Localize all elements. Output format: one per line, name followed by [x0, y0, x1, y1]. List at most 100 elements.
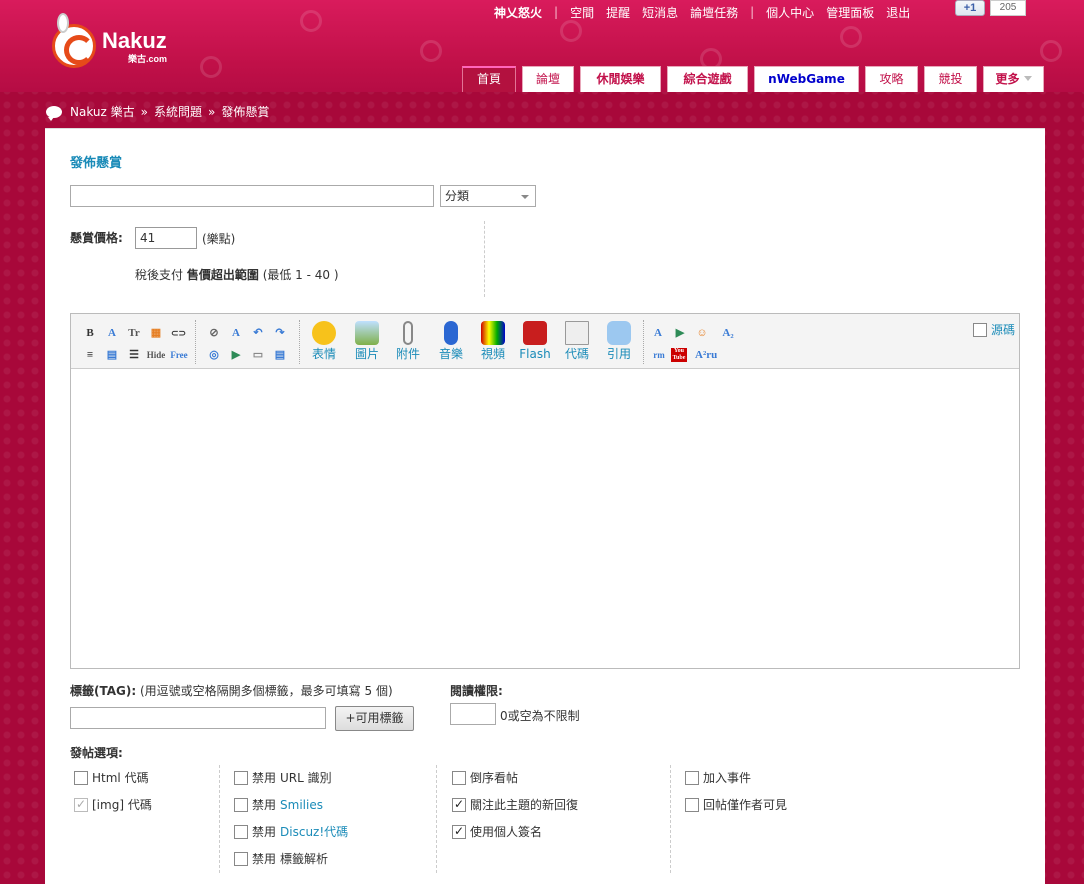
subscript-icon[interactable]: A₂ [719, 326, 737, 340]
font-a-icon[interactable]: A [651, 326, 665, 340]
image-link-icon[interactable]: ◎ [207, 348, 221, 362]
attachment-button[interactable]: 附件 [390, 321, 426, 361]
code-icon [565, 321, 589, 345]
option-disable-url-label: URL 識別 [280, 771, 332, 785]
tab-forum[interactable]: 論壇 [522, 66, 574, 92]
notice-link[interactable]: 提醒 [606, 4, 630, 21]
ruby-icon[interactable]: A²ru [695, 348, 735, 362]
link-icon[interactable]: ⊂⊃ [171, 326, 186, 340]
option-event[interactable]: 加入事件 [685, 769, 751, 786]
read-permission-input[interactable] [450, 703, 496, 725]
option-event-checkbox[interactable] [685, 770, 699, 785]
option-disable-url-checkbox[interactable] [234, 770, 248, 785]
source-toggle[interactable]: 源碼 [972, 321, 1015, 338]
hide-icon[interactable]: Hide [145, 348, 167, 362]
tasks-link[interactable]: 論壇任務 [690, 4, 738, 21]
list-icon[interactable]: ☰ [127, 348, 141, 362]
top-links: 神乂怒火 | 空間 提醒 短消息 論壇任務 | 個人中心 管理面板 退出 [494, 4, 911, 21]
space-link[interactable]: 空間 [570, 4, 594, 21]
page-icon[interactable]: ▭ [251, 348, 265, 362]
option-html[interactable]: Html 代碼 [74, 769, 149, 786]
option-disable-discuz-checkbox[interactable] [234, 824, 248, 839]
bold-icon[interactable]: B [83, 326, 97, 340]
option-disable-smilies-label[interactable]: Smilies [280, 798, 323, 812]
music-label: 音樂 [438, 347, 463, 361]
tab-more[interactable]: 更多 [983, 66, 1044, 92]
align-left-icon[interactable]: ≡ [83, 348, 97, 362]
subject-input[interactable] [70, 185, 434, 207]
plusone-button[interactable]: +1 [955, 0, 985, 16]
source-checkbox[interactable] [972, 322, 987, 337]
option-signature[interactable]: 使用個人簽名 [452, 823, 542, 840]
bounty-unit: (樂點) [202, 232, 236, 246]
bounty-price-input[interactable]: 41 [135, 227, 197, 249]
redo-icon[interactable]: ↷ [273, 326, 287, 340]
option-disable-url[interactable]: 禁用 URL 識別 [234, 769, 332, 786]
option-html-checkbox[interactable] [74, 770, 88, 785]
breadcrumb-forum[interactable]: 系統問題 [154, 103, 202, 120]
free-icon[interactable]: Free [168, 348, 190, 362]
bounty-label: 懸賞價格: [70, 231, 123, 245]
logo-sub: 樂古.com [128, 54, 168, 64]
site-logo[interactable]: Nakuz 樂古.com [52, 13, 192, 70]
image-button[interactable]: 圖片 [349, 321, 385, 361]
video-button[interactable]: 視頻 [475, 321, 511, 361]
tag-input[interactable] [70, 707, 326, 729]
tab-nwebgame[interactable]: nWebGame [754, 66, 859, 92]
option-follow[interactable]: 關注此主題的新回復 [452, 796, 578, 813]
breadcrumb-home[interactable]: Nakuz 樂古 [70, 103, 135, 120]
flash-icon [523, 321, 547, 345]
option-disable-smilies[interactable]: 禁用 Smilies [234, 796, 323, 813]
breadcrumb-separator: » [208, 104, 216, 119]
flash-button[interactable]: Flash [517, 321, 553, 361]
emoji-icon[interactable]: ☺ [695, 326, 709, 340]
tab-leisure[interactable]: 休閒娛樂 [580, 66, 661, 92]
option-reverse[interactable]: 倒序看帖 [452, 769, 518, 786]
tab-guides[interactable]: 攻略 [865, 66, 918, 92]
smilies-button[interactable]: 表情 [306, 321, 342, 361]
messages-link[interactable]: 短消息 [642, 4, 678, 21]
option-disable-discuz-label[interactable]: Discuz!代碼 [280, 823, 348, 840]
option-follow-checkbox[interactable] [452, 797, 466, 812]
unlink-icon[interactable]: ⊘ [207, 326, 221, 340]
option-signature-checkbox[interactable] [452, 824, 466, 839]
quote-button[interactable]: 引用 [601, 321, 637, 361]
option-author-only[interactable]: 回帖僅作者可見 [685, 796, 787, 813]
option-disable-smilies-checkbox[interactable] [234, 797, 248, 812]
music-button[interactable]: 音樂 [433, 321, 469, 361]
usercenter-link[interactable]: 個人中心 [766, 4, 814, 21]
tab-home[interactable]: 首頁 [462, 66, 516, 92]
color-grid-icon[interactable]: ▦ [149, 326, 163, 340]
youtube-icon[interactable]: You Tube [671, 348, 687, 362]
media-icon[interactable]: ▶ [229, 348, 243, 362]
logout-link[interactable]: 退出 [886, 4, 910, 21]
available-tags-button[interactable]: +可用標籤 [335, 706, 414, 731]
editor-textarea[interactable] [71, 370, 1019, 668]
table-icon[interactable]: ▤ [105, 348, 119, 362]
code-button[interactable]: 代碼 [559, 321, 595, 361]
option-author-only-checkbox[interactable] [685, 797, 699, 812]
page-title: 發佈懸賞 [70, 156, 123, 171]
tab-games[interactable]: 綜合遊戲 [667, 66, 748, 92]
option-reverse-checkbox[interactable] [452, 770, 466, 785]
undo-icon[interactable]: ↶ [251, 326, 265, 340]
tab-auction[interactable]: 競投 [924, 66, 977, 92]
rm-icon[interactable]: rm [651, 348, 667, 362]
font-color-icon[interactable]: A [105, 326, 119, 340]
tab-more-label: 更多 [995, 72, 1020, 86]
username-link[interactable]: 神乂怒火 [494, 4, 542, 21]
category-select[interactable]: 分類 [440, 185, 536, 207]
tag-label-title: 標籤(TAG): [70, 684, 137, 698]
index-icon[interactable]: ▤ [273, 348, 287, 362]
remove-format-icon[interactable]: A [229, 326, 243, 340]
rmvb-icon[interactable]: ▶ [673, 326, 687, 340]
option-disable-tag-checkbox[interactable] [234, 851, 248, 866]
option-disable-discuz[interactable]: 禁用 Discuz!代碼 [234, 823, 348, 840]
post-form-panel: 發佈懸賞 分類 懸賞價格: 41 (樂點) 稅後支付 售價超出範圍 (最低 1 … [45, 128, 1045, 884]
decoration [300, 10, 322, 32]
option-disable-discuz-prefix: 禁用 [252, 825, 277, 839]
font-size-icon[interactable]: Tr [127, 326, 141, 340]
attachment-label: 附件 [395, 347, 420, 361]
option-disable-tag[interactable]: 禁用 標籤解析 [234, 850, 328, 867]
admin-panel-link[interactable]: 管理面板 [826, 4, 874, 21]
